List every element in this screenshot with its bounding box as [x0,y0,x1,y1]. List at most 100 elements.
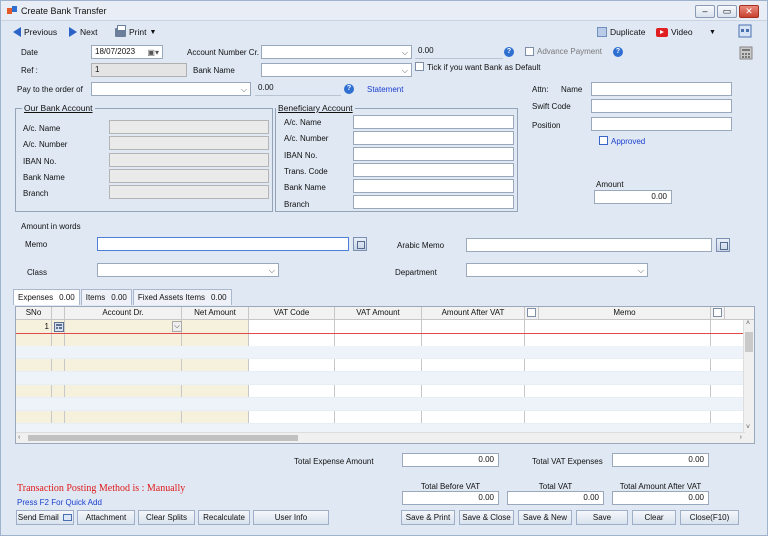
chevron-down-icon: ⌵ [268,266,275,275]
more-dropdown[interactable]: ▼ [709,25,716,39]
swift-code-input[interactable] [591,99,732,113]
table-row[interactable] [16,359,744,372]
detail-tabs: Expenses 0.00 Items 0.00 Fixed Assets Item… [13,289,233,305]
class-select[interactable]: ⌵ [97,263,279,277]
print-button[interactable]: Print ▼ [115,24,156,39]
col-lookup[interactable] [52,307,65,320]
col-account-dr[interactable]: Account Dr. [65,307,182,320]
table-row[interactable] [16,385,744,398]
calculator-icon[interactable] [739,46,753,60]
table-row[interactable] [16,372,744,385]
tab-expenses[interactable]: Expenses 0.00 [13,289,80,305]
ben-branch-input[interactable] [353,195,514,209]
video-icon [656,27,668,37]
department-select[interactable]: ⌵ [466,263,648,277]
attn-name-input[interactable] [591,82,732,96]
col-net-amount[interactable]: Net Amount [182,307,249,320]
help-icon[interactable]: ? [504,47,514,57]
print-label: Print [129,27,147,37]
tab-items-label: Items [85,293,106,302]
send-email-button[interactable]: Send Email [16,510,74,525]
pay-to-select[interactable]: ⌵ [91,82,251,96]
grid-vertical-scrollbar[interactable]: ˄ ˅ [743,320,754,443]
col-vat-amount[interactable]: VAT Amount [335,307,422,320]
maximize-button[interactable]: ▭ [717,5,737,18]
arrow-left-icon [13,27,21,37]
grid-horizontal-scrollbar[interactable]: ‹ › [16,432,745,443]
ref-field[interactable]: 1 [91,63,187,77]
ben-bank-name-input[interactable] [353,179,514,193]
scroll-left-icon[interactable]: ‹ [18,434,20,441]
col-vat-code[interactable]: VAT Code [249,307,335,320]
position-input[interactable] [591,117,732,131]
scroll-right-icon[interactable]: › [740,434,742,441]
next-button[interactable]: Next [69,25,97,39]
save-print-button[interactable]: Save & Print [401,510,455,525]
help-icon[interactable]: ? [344,84,354,94]
vertical-scroll-thumb[interactable] [745,332,753,352]
video-button[interactable]: Video [656,25,693,39]
scroll-up-icon[interactable]: ˄ [746,320,750,327]
col-sno[interactable]: SNo [16,307,52,320]
account-number-cr-select[interactable]: ⌵ [261,45,412,59]
date-field[interactable]: 18/07/2023 ▣▾ [91,45,163,59]
user-info-button[interactable]: User Info [253,510,329,525]
attachment-button[interactable]: Attachment [77,510,135,525]
clear-button[interactable]: Clear [632,510,676,525]
send-email-label: Send Email [17,513,59,522]
ben-iban-input[interactable] [353,147,514,161]
col-memo[interactable]: Memo [539,307,711,320]
duplicate-button[interactable]: Duplicate [597,25,645,39]
posting-method-text: Transaction Posting Method is : Manually [17,483,186,494]
chevron-down-icon: ⌵ [401,66,408,75]
bank-name-select[interactable]: ⌵ [261,63,412,77]
save-button[interactable]: Save [576,510,628,525]
default-bank-checkbox[interactable] [415,62,424,71]
account-dropdown-icon[interactable]: ⌵ [172,321,182,332]
column-checkbox[interactable] [527,308,536,317]
our-bank-name-field [109,169,269,183]
total-vat-expenses-field: 0.00 [612,453,709,467]
advance-payment-checkbox[interactable] [525,47,534,56]
ben-trans-code-input[interactable] [353,163,514,177]
advance-payment-label: Advance Payment [537,47,602,56]
printer-icon [115,24,126,37]
scroll-down-icon[interactable]: ˅ [746,424,750,431]
help-icon[interactable]: ? [613,47,623,57]
clear-splits-button[interactable]: Clear Splits [138,510,195,525]
minimize-button[interactable]: – [695,5,715,18]
amount-field[interactable]: 0.00 [594,190,672,204]
approved-checkbox[interactable] [599,136,608,145]
our-ac-name-field [109,120,269,134]
total-expense-label: Total Expense Amount [294,457,374,466]
memo-lookup-button[interactable] [353,237,367,251]
tab-fixed-assets-count: 0.00 [211,293,227,302]
col-check-2[interactable] [711,307,725,320]
tab-fixed-assets-items[interactable]: Fixed Assets Items 0.00 [132,289,232,305]
pay-to-label: Pay to the order of [17,85,83,94]
save-new-button[interactable]: Save & New [518,510,572,525]
recalculate-button[interactable]: Recalculate [198,510,250,525]
ben-ac-number-input[interactable] [353,131,514,145]
arabic-memo-input[interactable] [466,238,712,252]
table-row[interactable] [16,398,744,411]
arabic-memo-lookup-button[interactable] [716,238,730,252]
row-lookup-icon[interactable] [54,322,64,332]
tab-items[interactable]: Items 0.00 [80,289,132,305]
close-button[interactable]: Close(F10) [680,510,739,525]
table-row[interactable] [16,346,744,359]
col-amount-after-vat[interactable]: Amount After VAT [422,307,525,320]
close-window-button[interactable]: ✕ [739,5,759,18]
table-row[interactable] [16,411,744,424]
memo-input[interactable] [97,237,349,251]
save-close-button[interactable]: Save & Close [459,510,514,525]
expenses-grid[interactable]: SNo Account Dr. Net Amount VAT Code VAT … [15,306,755,444]
column-checkbox[interactable] [713,308,722,317]
statement-link[interactable]: Statement [367,85,403,94]
ben-ac-name-input[interactable] [353,115,514,129]
calendar-icon[interactable] [738,24,752,38]
previous-button[interactable]: Previous [13,25,57,39]
col-check[interactable] [525,307,539,320]
horizontal-scroll-thumb[interactable] [28,435,298,441]
chevron-down-icon: ▼ [709,28,716,36]
